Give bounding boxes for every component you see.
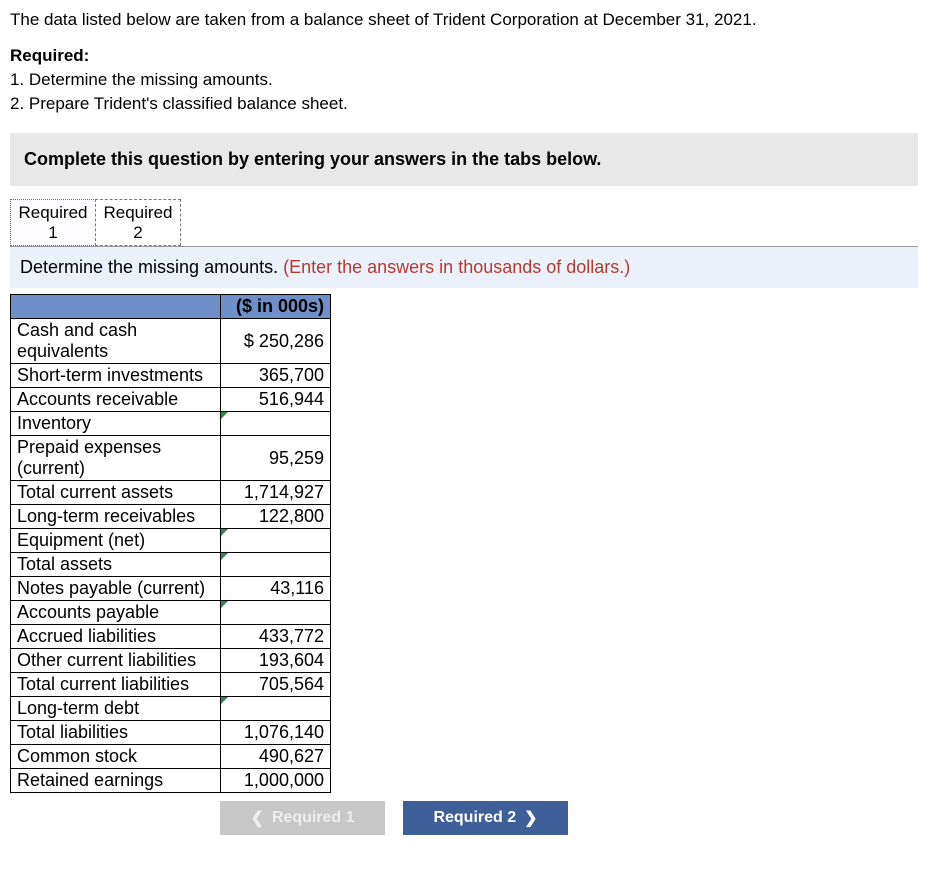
header-value: ($ in 000s) (221, 295, 331, 319)
chevron-left-icon: ❮ (250, 808, 263, 828)
row-label: Notes payable (current) (11, 577, 221, 601)
value-cell: $ 250,286 (221, 319, 331, 364)
table-row: Other current liabilities193,604 (11, 649, 331, 673)
value-cell: 1,000,000 (221, 769, 331, 793)
table-row: Notes payable (current)43,116 (11, 577, 331, 601)
row-label: Common stock (11, 745, 221, 769)
balance-sheet-table: ($ in 000s) Cash and cash equivalents$ 2… (10, 294, 331, 793)
prev-label: Required 1 (272, 809, 355, 827)
row-label: Prepaid expenses (current) (11, 436, 221, 481)
tab-label: Required2 (104, 203, 173, 242)
intro-text: The data listed below are taken from a b… (10, 8, 918, 32)
required-item-1: 1. Determine the missing amounts. (10, 68, 918, 92)
value-cell: 95,259 (221, 436, 331, 481)
value-cell: 433,772 (221, 625, 331, 649)
value-cell: 1,714,927 (221, 481, 331, 505)
table-row: Short-term investments365,700 (11, 364, 331, 388)
row-label: Cash and cash equivalents (11, 319, 221, 364)
nav-row: ❮ Required 1 Required 2 ❯ (220, 801, 918, 835)
table-row: Total current assets1,714,927 (11, 481, 331, 505)
tabs-row: Required1 Required2 (10, 196, 918, 246)
value-input-cell[interactable] (221, 529, 331, 553)
value-cell: 43,116 (221, 577, 331, 601)
row-label: Total current liabilities (11, 673, 221, 697)
instruction-hint: (Enter the answers in thousands of dolla… (283, 257, 630, 277)
row-label: Short-term investments (11, 364, 221, 388)
complete-instruction: Complete this question by entering your … (10, 133, 918, 186)
required-list: 1. Determine the missing amounts. 2. Pre… (10, 68, 918, 116)
value-input-cell[interactable] (221, 412, 331, 436)
table-row: Cash and cash equivalents$ 250,286 (11, 319, 331, 364)
row-label: Long-term debt (11, 697, 221, 721)
table-row: Equipment (net) (11, 529, 331, 553)
instruction-bar: Determine the missing amounts. (Enter th… (10, 246, 918, 288)
table-row: Long-term debt (11, 697, 331, 721)
next-button[interactable]: Required 2 ❯ (403, 801, 568, 835)
value-cell: 490,627 (221, 745, 331, 769)
row-label: Total current assets (11, 481, 221, 505)
row-label: Long-term receivables (11, 505, 221, 529)
value-cell: 1,076,140 (221, 721, 331, 745)
tab-required-2[interactable]: Required2 (95, 199, 181, 246)
value-cell: 516,944 (221, 388, 331, 412)
table-row: Accrued liabilities433,772 (11, 625, 331, 649)
value-cell: 365,700 (221, 364, 331, 388)
value-cell: 193,604 (221, 649, 331, 673)
table-row: Retained earnings1,000,000 (11, 769, 331, 793)
row-label: Inventory (11, 412, 221, 436)
row-label: Accounts receivable (11, 388, 221, 412)
value-input-cell[interactable] (221, 697, 331, 721)
value-cell: 122,800 (221, 505, 331, 529)
chevron-right-icon: ❯ (524, 808, 537, 828)
table-row: Accounts receivable516,944 (11, 388, 331, 412)
required-item-2: 2. Prepare Trident's classified balance … (10, 92, 918, 116)
next-label: Required 2 (433, 809, 516, 827)
row-label: Other current liabilities (11, 649, 221, 673)
row-label: Accounts payable (11, 601, 221, 625)
prev-button: ❮ Required 1 (220, 801, 385, 835)
row-label: Total assets (11, 553, 221, 577)
table-row: Long-term receivables122,800 (11, 505, 331, 529)
table-row: Inventory (11, 412, 331, 436)
table-row: Accounts payable (11, 601, 331, 625)
instruction-plain: Determine the missing amounts. (20, 257, 283, 277)
value-input-cell[interactable] (221, 601, 331, 625)
table-row: Prepaid expenses (current)95,259 (11, 436, 331, 481)
value-cell: 705,564 (221, 673, 331, 697)
required-heading: Required: (10, 46, 918, 66)
row-label: Accrued liabilities (11, 625, 221, 649)
row-label: Total liabilities (11, 721, 221, 745)
row-label: Retained earnings (11, 769, 221, 793)
header-blank (11, 295, 221, 319)
tab-required-1[interactable]: Required1 (10, 199, 96, 246)
table-row: Total liabilities1,076,140 (11, 721, 331, 745)
row-label: Equipment (net) (11, 529, 221, 553)
table-row: Total current liabilities705,564 (11, 673, 331, 697)
table-row: Common stock490,627 (11, 745, 331, 769)
value-input-cell[interactable] (221, 553, 331, 577)
tab-label: Required1 (19, 203, 88, 242)
table-row: Total assets (11, 553, 331, 577)
